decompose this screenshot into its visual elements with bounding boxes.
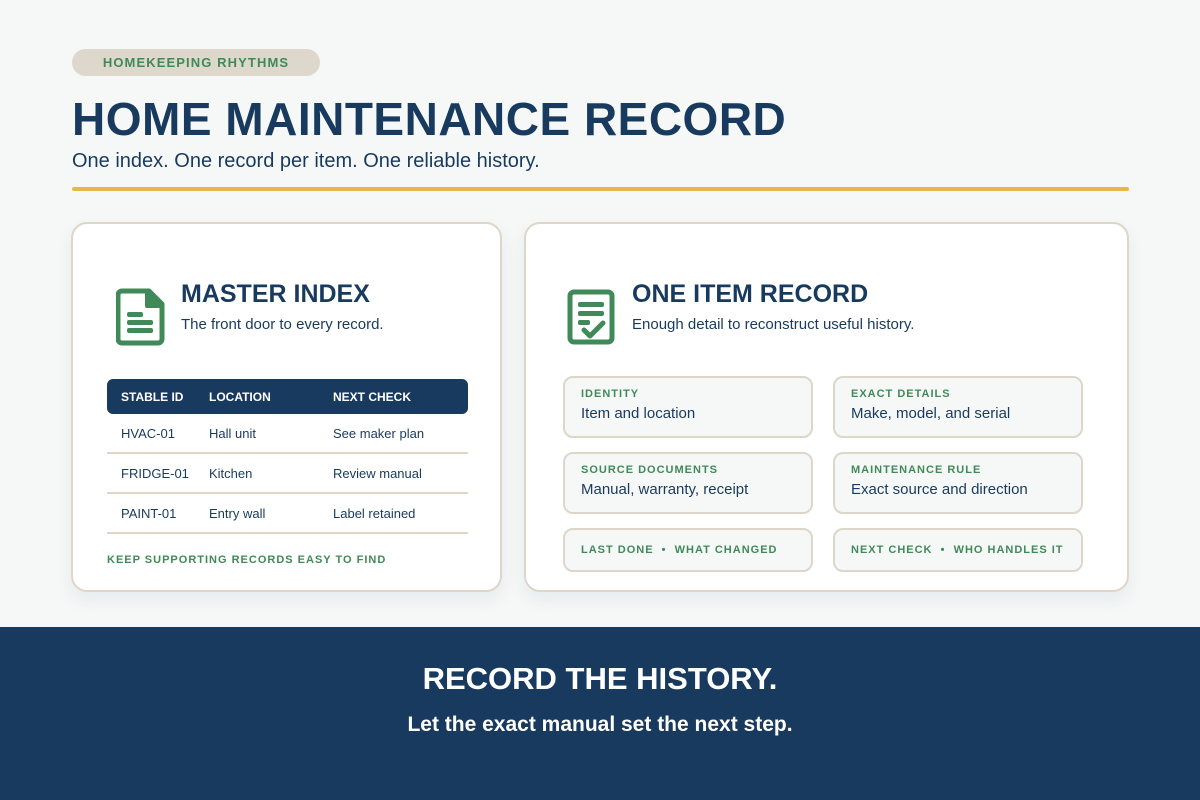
field-value: Item and location <box>581 405 696 422</box>
record-field-next-check: NEXT CHECK • WHO HANDLES IT <box>833 528 1083 572</box>
field-value: Manual, warranty, receipt <box>581 481 749 498</box>
field-label: MAINTENANCE RULE <box>851 464 982 476</box>
footer-banner: RECORD THE HISTORY. Let the exact manual… <box>0 627 1200 800</box>
record-field-maintenance-rule: MAINTENANCE RULE Exact source and direct… <box>833 452 1083 514</box>
field-value: Make, model, and serial <box>851 405 1011 422</box>
master-index-card: MASTER INDEX The front door to every rec… <box>71 222 502 592</box>
table-cell: Label retained <box>333 505 416 521</box>
table-row: HVAC-01 Hall unit See maker plan <box>107 414 468 454</box>
master-index-title: MASTER INDEX <box>181 280 370 308</box>
field-label: LAST DONE • WHAT CHANGED <box>581 544 778 556</box>
field-value: Exact source and direction <box>851 481 1028 498</box>
eyebrow-badge: HOMEKEEPING RHYTHMS <box>72 49 320 76</box>
master-index-footnote: KEEP SUPPORTING RECORDS EASY TO FIND <box>107 554 387 566</box>
table-row: PAINT-01 Entry wall Label retained <box>107 494 468 534</box>
record-field-last-done: LAST DONE • WHAT CHANGED <box>563 528 813 572</box>
field-label: SOURCE DOCUMENTS <box>581 464 719 476</box>
document-icon <box>116 288 165 346</box>
table-cell: Kitchen <box>209 465 253 481</box>
table-cell: Hall unit <box>209 425 256 441</box>
title-divider <box>72 187 1129 191</box>
field-label: NEXT CHECK • WHO HANDLES IT <box>851 544 1064 556</box>
master-index-subtitle: The front door to every record. <box>181 316 384 333</box>
table-cell: See maker plan <box>333 425 425 441</box>
record-field-source-documents: SOURCE DOCUMENTS Manual, warranty, recei… <box>563 452 813 514</box>
table-cell: PAINT-01 <box>121 505 177 521</box>
table-row: FRIDGE-01 Kitchen Review manual <box>107 454 468 494</box>
master-index-table: STABLE ID LOCATION NEXT CHECK HVAC-01 Ha… <box>107 379 468 534</box>
record-field-identity: IDENTITY Item and location <box>563 376 813 438</box>
banner-title: RECORD THE HISTORY. <box>422 661 778 696</box>
column-header: NEXT CHECK <box>333 389 412 404</box>
table-cell: HVAC-01 <box>121 425 175 441</box>
table-cell: Entry wall <box>209 505 266 521</box>
column-header: STABLE ID <box>121 389 184 404</box>
checklist-icon <box>567 289 615 345</box>
table-header: STABLE ID LOCATION NEXT CHECK <box>107 379 468 414</box>
table-cell: Review manual <box>333 465 422 481</box>
page-subtitle: One index. One record per item. One reli… <box>72 150 540 172</box>
banner-subtitle: Let the exact manual set the next step. <box>407 713 793 736</box>
column-header: LOCATION <box>209 389 271 404</box>
record-field-exact-details: EXACT DETAILS Make, model, and serial <box>833 376 1083 438</box>
item-record-card: ONE ITEM RECORD Enough detail to reconst… <box>524 222 1129 592</box>
field-label: EXACT DETAILS <box>851 388 951 400</box>
table-cell: FRIDGE-01 <box>121 465 189 481</box>
field-label: IDENTITY <box>581 388 640 400</box>
page-title: HOME MAINTENANCE RECORD <box>72 93 787 145</box>
item-record-subtitle: Enough detail to reconstruct useful hist… <box>632 316 915 333</box>
item-record-title: ONE ITEM RECORD <box>632 280 869 308</box>
